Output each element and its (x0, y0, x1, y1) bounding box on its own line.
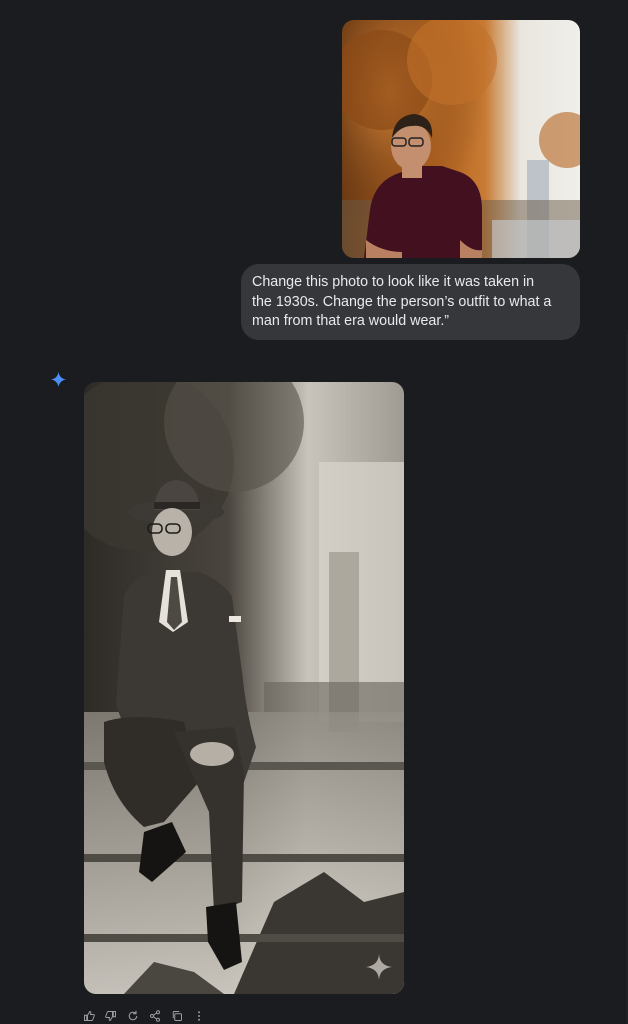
thumbs-up-icon[interactable] (82, 1009, 96, 1023)
uploaded-photo-image (342, 20, 580, 258)
thumbs-down-icon[interactable] (104, 1009, 118, 1023)
more-icon[interactable] (192, 1009, 206, 1023)
response-action-bar (82, 1008, 214, 1024)
user-prompt-text: Change this photo to look like it was ta… (252, 274, 552, 330)
user-prompt-bubble: Change this photo to look like it was ta… (241, 264, 580, 340)
sparkle-icon (50, 371, 67, 388)
regenerate-icon[interactable] (126, 1009, 140, 1023)
uploaded-photo[interactable] (342, 20, 580, 258)
copy-icon[interactable] (170, 1009, 184, 1023)
generated-image-content (84, 382, 404, 994)
share-icon[interactable] (148, 1009, 162, 1023)
generated-image[interactable] (84, 382, 404, 994)
